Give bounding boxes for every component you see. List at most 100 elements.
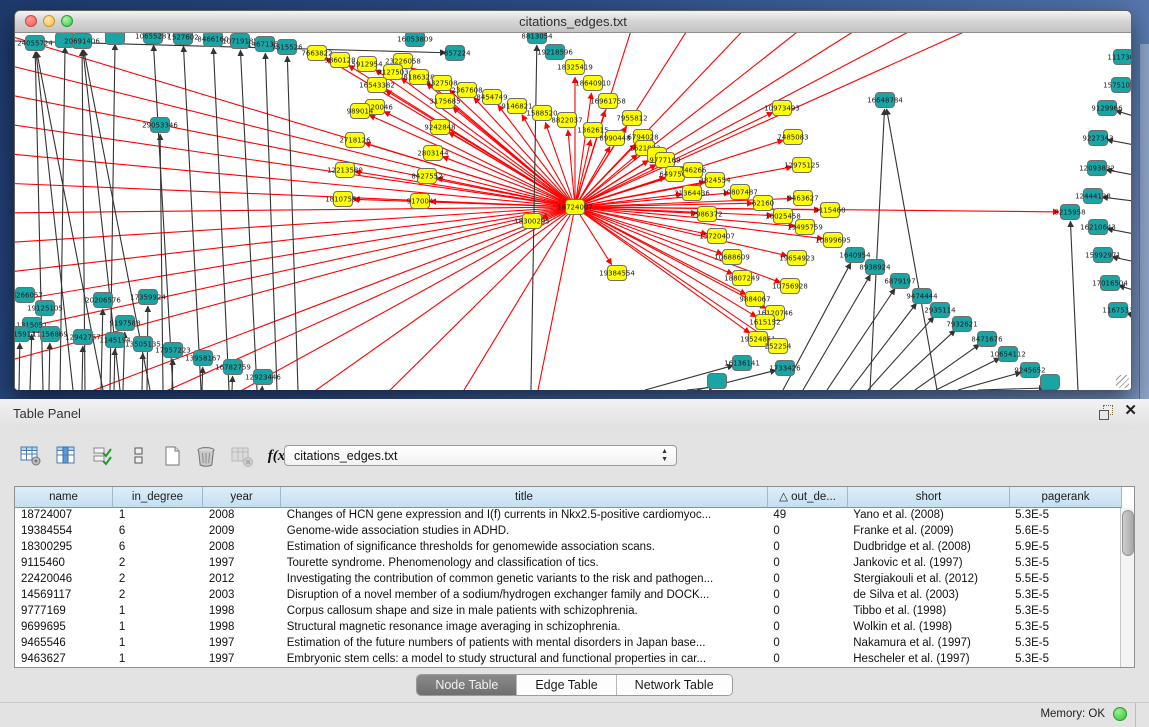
graph-node-label: 1640954: [839, 252, 871, 260]
graph-node[interactable]: [1041, 375, 1060, 390]
edge: [154, 45, 173, 390]
edge: [449, 132, 575, 207]
graph-node-label: 10899695: [815, 237, 851, 245]
graph-node-label: 18807249: [724, 275, 760, 283]
table-cell: 19384554: [15, 524, 113, 540]
table-row[interactable]: 946362711997Embryonic stem cells: a mode…: [15, 652, 1121, 667]
graph-node-label: 1362615: [577, 127, 608, 135]
table-cell: 2009: [203, 524, 281, 540]
table-cell: 14569117: [15, 588, 113, 604]
window-resize-grip[interactable]: [1116, 375, 1129, 388]
column-header-in_degree[interactable]: in_degree: [113, 487, 203, 508]
table-row[interactable]: 1872400712008Changes of HCN gene express…: [15, 508, 1121, 524]
show-columns-icon[interactable]: [54, 443, 80, 471]
graph-node-label: 16961758: [590, 98, 626, 106]
network-view-canvas[interactable]: 2405572420691406106552871527602846616010…: [15, 33, 1131, 390]
graph-node-label: 9242848: [424, 124, 455, 132]
table-cell: 1: [113, 652, 203, 667]
graph-node-label: 15720407: [699, 233, 735, 241]
column-header-pagerank[interactable]: pagerank: [1010, 487, 1122, 508]
graph-node-label: 20691406: [64, 38, 100, 46]
table-row[interactable]: 1456911722003Disruption of a novel membe…: [15, 588, 1121, 604]
node-table: namein_degreeyeartitle△ out_de...shortpa…: [14, 486, 1135, 668]
table-cell: 1998: [203, 604, 281, 620]
edge: [82, 346, 83, 390]
table-row[interactable]: 946554611997Estimation of the future num…: [15, 636, 1121, 652]
edge: [15, 207, 575, 273]
network-window-titlebar[interactable]: citations_edges.txt: [15, 11, 1131, 33]
float-panel-icon[interactable]: [1099, 405, 1113, 419]
graph-node-label: 7986372: [691, 211, 722, 219]
graph-node[interactable]: [106, 33, 125, 45]
citation-network-graph: 2405572420691406106552871527602846616010…: [15, 33, 1131, 390]
create-column-icon[interactable]: [160, 443, 186, 471]
status-divider: [1135, 703, 1136, 727]
edge: [575, 33, 815, 207]
table-row[interactable]: 1938455462009Genome-wide association stu…: [15, 524, 1121, 540]
dropdown-arrows-icon: ▲▼: [661, 448, 668, 464]
graph-node-label: 20206576: [85, 297, 121, 305]
table-cell: Hescheler et al. (1997): [847, 652, 1009, 667]
table-row[interactable]: 1830029562008Estimation of significance …: [15, 540, 1121, 556]
table-cell: Tibbo et al. (1998): [847, 604, 1009, 620]
tab-node-table[interactable]: Node Table: [417, 675, 517, 695]
table-row[interactable]: 2242004622012Investigating the contribut…: [15, 572, 1121, 588]
table-mode-icon[interactable]: [18, 443, 44, 471]
background-panel-edge: [1139, 44, 1149, 399]
table-cell: 9115460: [15, 556, 113, 572]
graph-node-label: 16543382: [359, 82, 395, 90]
graph-node-label: 7857224: [439, 50, 471, 58]
delete-column-icon[interactable]: [194, 443, 220, 471]
graph-node-label: 8813054: [521, 33, 553, 41]
graph-node-label: 12942757: [65, 334, 101, 342]
table-cell: 1: [113, 636, 203, 652]
graph-node-label: 17957223: [155, 347, 191, 355]
graph-node-label: 19384554: [599, 270, 635, 278]
window-title: citations_edges.txt: [15, 14, 1131, 29]
table-row[interactable]: 977716911998Corpus callosum shape and si…: [15, 604, 1121, 620]
column-header-out_de[interactable]: △ out_de...: [768, 487, 848, 508]
table-row[interactable]: 911546021997Tourette syndrome. Phenomeno…: [15, 556, 1121, 572]
status-bar: Memory: OK: [0, 702, 1149, 727]
table-row[interactable]: 969969511998Structural magnetic resonanc…: [15, 620, 1121, 636]
citation-edges-red: [15, 33, 1059, 390]
table-cell: 5.3E-5: [1009, 636, 1121, 652]
graph-node-label: 10655287: [135, 33, 171, 41]
edge: [172, 359, 173, 390]
graph-node-label: 8822037: [551, 117, 582, 125]
graph-node-label: 10807487: [722, 189, 758, 197]
row-selection-icon[interactable]: [90, 443, 116, 471]
graph-node-label: 9777169: [649, 157, 680, 165]
delete-table-icon[interactable]: [230, 443, 256, 471]
table-cell: Changes of HCN gene expression and I(f) …: [281, 508, 768, 524]
tab-edge-table[interactable]: Edge Table: [517, 675, 616, 695]
table-selector-dropdown[interactable]: citations_edges.txt ▲▼: [284, 445, 677, 466]
graph-node-label: 12923446: [245, 374, 281, 382]
table-cell: Yano et al. (2008): [847, 508, 1009, 524]
edge: [958, 372, 1021, 390]
table-cell: 0: [767, 620, 847, 636]
table-cell: 2003: [203, 588, 281, 604]
table-panel-header: Table Panel ✕: [0, 399, 1149, 427]
tab-network-table[interactable]: Network Table: [617, 675, 732, 695]
table-cell: 2: [113, 556, 203, 572]
table-scrollbar[interactable]: [1120, 508, 1134, 667]
table-tabs-bar: Node TableEdge TableNetwork Table: [0, 674, 1149, 696]
column-pair-icon[interactable]: [126, 443, 152, 471]
graph-node[interactable]: [708, 374, 727, 389]
close-panel-icon[interactable]: ✕: [1124, 403, 1137, 419]
table-cell: 6: [113, 540, 203, 556]
table-header-row: namein_degreeyeartitle△ out_de...shortpa…: [15, 487, 1122, 508]
graph-node-label: 2935114: [924, 307, 956, 315]
column-header-title[interactable]: title: [281, 487, 768, 508]
column-header-name[interactable]: name: [15, 487, 113, 508]
table-panel-title: Table Panel: [13, 406, 81, 421]
column-header-short[interactable]: short: [848, 487, 1010, 508]
table-cell: 2: [113, 572, 203, 588]
table-scrollbar-thumb[interactable]: [1122, 510, 1134, 556]
edge: [887, 109, 937, 390]
table-cell: Jankovic et al. (1997): [847, 556, 1009, 572]
column-header-year[interactable]: year: [203, 487, 281, 508]
table-cell: Disruption of a novel member of a sodium…: [281, 588, 768, 604]
table-cell: 1: [113, 508, 203, 524]
